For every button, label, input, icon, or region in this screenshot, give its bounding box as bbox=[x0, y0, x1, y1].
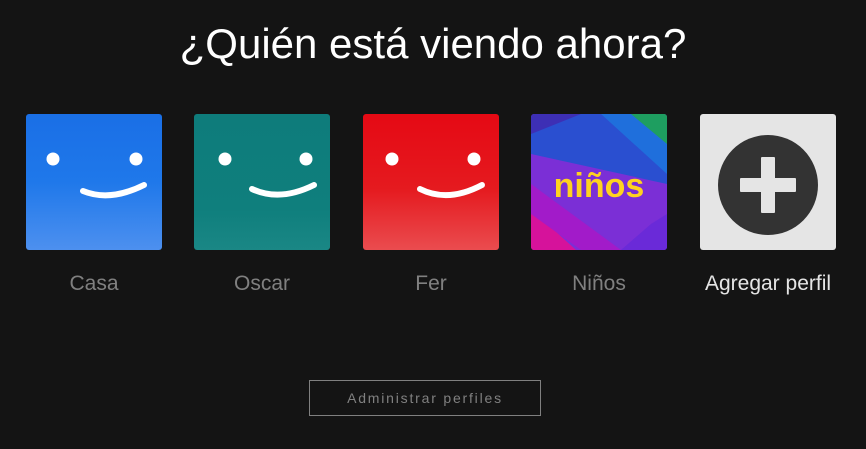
profiles-list: Casa Oscar Fer niños Niños Agregar perfi… bbox=[26, 114, 846, 354]
kids-logo-icon[interactable]: niños bbox=[531, 114, 667, 250]
profile-name[interactable]: Niños bbox=[531, 269, 667, 298]
smiley-face-icon[interactable] bbox=[26, 114, 162, 250]
add-profile-tile[interactable] bbox=[700, 114, 836, 250]
profile-oscar[interactable]: Oscar bbox=[194, 114, 330, 298]
kids-logo-text: niños bbox=[554, 167, 645, 205]
add-profile-label[interactable]: Agregar perfil bbox=[700, 269, 836, 298]
profile-name[interactable]: Casa bbox=[26, 269, 162, 298]
smiley-face-icon[interactable] bbox=[194, 114, 330, 250]
plus-circle-icon bbox=[718, 135, 818, 235]
profile-casa[interactable]: Casa bbox=[26, 114, 162, 298]
manage-profiles-button[interactable]: Administrar perfiles bbox=[309, 380, 541, 416]
profile-selection-page: ¿Quién está viendo ahora? Casa Oscar Fer… bbox=[0, 0, 866, 449]
profile-name[interactable]: Fer bbox=[363, 269, 499, 298]
page-title: ¿Quién está viendo ahora? bbox=[179, 20, 687, 67]
profile-ninos[interactable]: niños Niños bbox=[531, 114, 667, 298]
profile-name[interactable]: Oscar bbox=[194, 269, 330, 298]
add-profile[interactable]: Agregar perfil bbox=[700, 114, 836, 298]
smiley-face-icon[interactable] bbox=[363, 114, 499, 250]
profile-fer[interactable]: Fer bbox=[363, 114, 499, 298]
